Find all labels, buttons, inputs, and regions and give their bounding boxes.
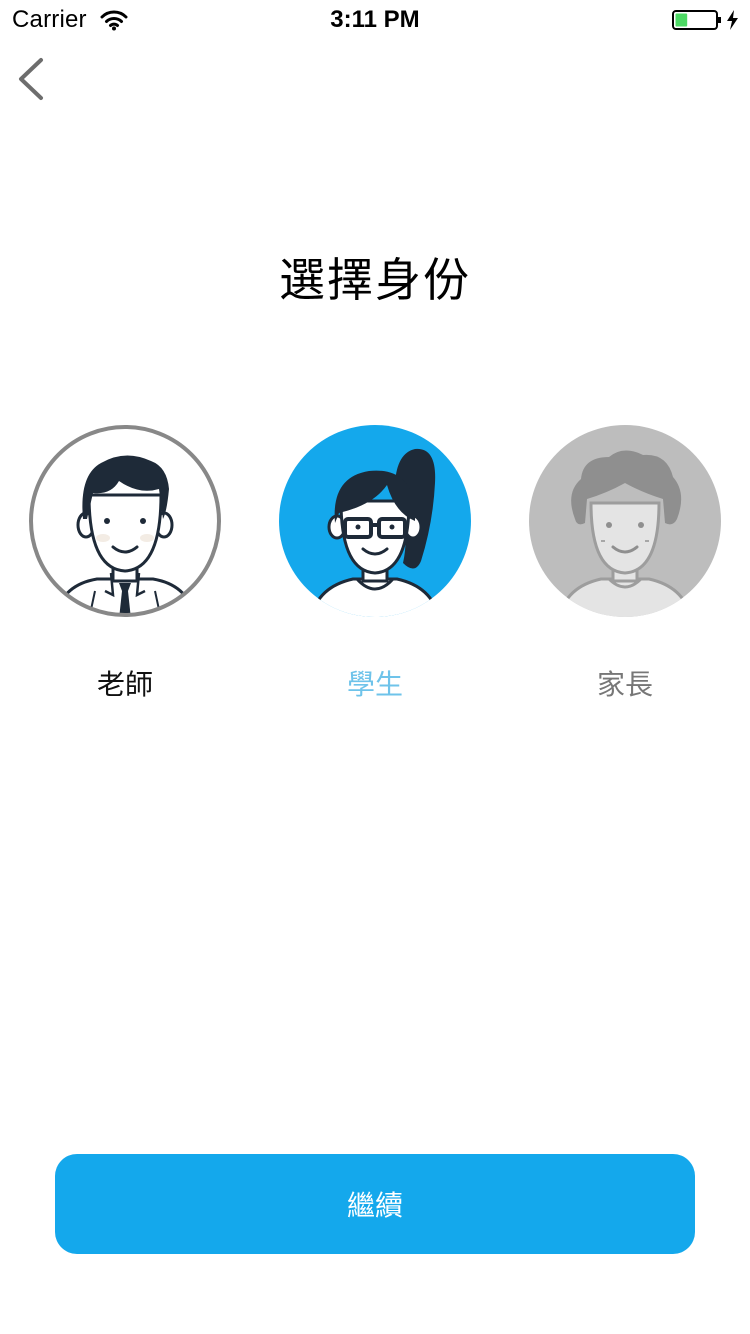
back-button[interactable] — [10, 52, 54, 106]
page-title: 選擇身份 — [279, 254, 471, 306]
student-avatar-icon — [279, 425, 471, 617]
parent-avatar-icon — [529, 425, 721, 617]
role-label-student: 學生 — [346, 669, 403, 700]
teacher-avatar-icon — [29, 425, 221, 617]
continue-button[interactable]: 繼續 — [55, 1154, 695, 1254]
chevron-left-icon — [19, 58, 43, 100]
role-option-parent[interactable]: 家長 — [527, 423, 723, 700]
role-label-teacher: 老師 — [96, 669, 153, 700]
battery-icon — [672, 10, 738, 30]
role-label-parent: 家長 — [596, 669, 653, 700]
clock-time: 3:11 PM — [330, 6, 420, 33]
role-option-student[interactable]: 學生 — [277, 423, 473, 700]
status-bar: Carrier 3:11 PM — [0, 0, 750, 40]
battery-fill — [675, 13, 688, 27]
role-option-teacher[interactable]: 老師 — [27, 423, 223, 700]
